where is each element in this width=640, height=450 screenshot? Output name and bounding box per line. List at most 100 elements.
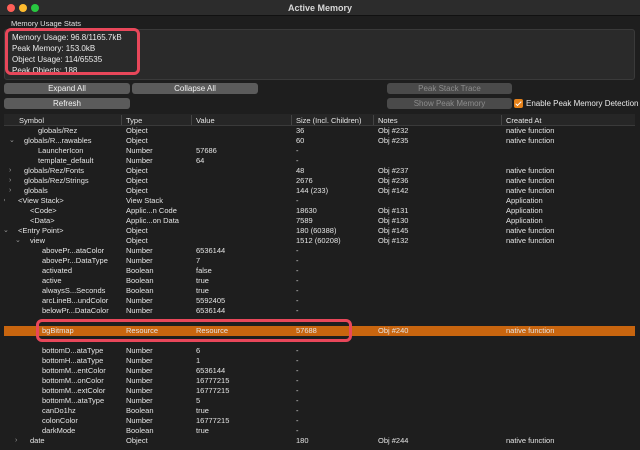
created-at-cell: native function bbox=[506, 186, 555, 195]
table-row[interactable]: active Boolean true - bbox=[4, 276, 635, 286]
table-row[interactable]: activated Boolean false - bbox=[4, 266, 635, 276]
size-cell: - bbox=[296, 246, 299, 255]
symbol-cell: date bbox=[30, 436, 45, 445]
type-cell: Number bbox=[126, 156, 153, 165]
enable-peak-memory-checkbox[interactable] bbox=[514, 99, 523, 108]
type-cell: Number bbox=[126, 386, 153, 395]
symbol-cell: globals/Rez/Strings bbox=[24, 176, 89, 185]
type-cell: Number bbox=[126, 146, 153, 155]
table-row[interactable]: › date Object 180 Obj #244 native function bbox=[4, 436, 635, 446]
memory-table[interactable]: Symbol Type Value Size (Incl. Children) … bbox=[4, 114, 635, 450]
notes-cell: Obj #145 bbox=[378, 226, 409, 235]
symbol-cell: bottomM...extColor bbox=[42, 386, 106, 395]
size-cell: - bbox=[296, 346, 299, 355]
collapse-all-button[interactable]: Collapse All bbox=[132, 83, 258, 94]
table-row[interactable]: colonColor Number 16777215 - bbox=[4, 416, 635, 426]
disclosure-collapsed-icon[interactable]: › bbox=[4, 196, 5, 206]
type-cell: Object bbox=[126, 166, 148, 175]
table-row[interactable]: bottomD...ataType Number 6 - bbox=[4, 346, 635, 356]
peak-stack-trace-button[interactable]: Peak Stack Trace bbox=[387, 83, 512, 94]
created-at-cell: native function bbox=[506, 166, 555, 175]
type-cell: Number bbox=[126, 256, 153, 265]
value-cell: 16777215 bbox=[196, 386, 230, 395]
size-cell: - bbox=[296, 286, 299, 295]
table-row[interactable]: › globals Object 144 (233) Obj #142 native fu… bbox=[4, 186, 635, 196]
table-row[interactable]: bottomM...extColor Number 16777215 - bbox=[4, 386, 635, 396]
table-row[interactable]: <Data> Applic...on Data 7589 Obj #130 Applic… bbox=[4, 216, 635, 226]
disclosure-expanded-icon[interactable]: ⌄ bbox=[4, 226, 9, 236]
table-row[interactable]: bottomM...onColor Number 16777215 - bbox=[4, 376, 635, 386]
value-cell: 57686 bbox=[196, 146, 217, 155]
column-header-type[interactable]: Type bbox=[126, 116, 142, 125]
notes-cell: Obj #244 bbox=[378, 436, 409, 445]
symbol-cell: colonColor bbox=[42, 416, 78, 425]
disclosure-collapsed-icon[interactable]: › bbox=[9, 176, 11, 186]
type-cell: Boolean bbox=[126, 406, 154, 415]
size-cell: 2676 bbox=[296, 176, 313, 185]
column-header-size[interactable]: Size (Incl. Children) bbox=[296, 116, 361, 125]
table-row[interactable]: › <View Stack> View Stack - Application bbox=[4, 196, 635, 206]
value-cell: 16777215 bbox=[196, 416, 230, 425]
expand-all-button[interactable]: Expand All bbox=[4, 83, 130, 94]
symbol-cell: <Code> bbox=[30, 206, 57, 215]
table-row[interactable]: ⌄ view Object 1512 (60208) Obj #132 native fu… bbox=[4, 236, 635, 246]
type-cell: Number bbox=[126, 396, 153, 405]
created-at-cell: Application bbox=[506, 196, 543, 205]
value-cell: true bbox=[196, 426, 209, 435]
table-row[interactable]: ⌄ <Entry Point> Object 180 (60388) Obj #145 n… bbox=[4, 226, 635, 236]
disclosure-collapsed-icon[interactable]: › bbox=[9, 166, 11, 176]
type-cell: Number bbox=[126, 376, 153, 385]
disclosure-expanded-icon[interactable]: ⌄ bbox=[15, 236, 21, 246]
created-at-cell: Application bbox=[506, 206, 543, 215]
table-row[interactable]: canDo1hz Boolean true - bbox=[4, 406, 635, 416]
table-row[interactable]: abovePr...DataType Number 7 - bbox=[4, 256, 635, 266]
type-cell: Applic...on Data bbox=[126, 216, 179, 225]
created-at-cell: native function bbox=[506, 226, 555, 235]
table-row[interactable]: template_default Number 64 - bbox=[4, 156, 635, 166]
table-row[interactable]: globals/Rez Object 36 Obj #232 native functi… bbox=[4, 126, 635, 136]
size-cell: - bbox=[296, 266, 299, 275]
symbol-cell: belowPr...DataColor bbox=[42, 306, 109, 315]
symbol-cell: <View Stack> bbox=[18, 196, 64, 205]
disclosure-expanded-icon[interactable]: ⌄ bbox=[9, 136, 15, 146]
table-row[interactable]: › globals/Rez/Fonts Object 48 Obj #237 native… bbox=[4, 166, 635, 176]
disclosure-collapsed-icon[interactable]: › bbox=[9, 186, 11, 196]
table-row[interactable]: bottomH...ataType Number 1 - bbox=[4, 356, 635, 366]
value-cell: 1 bbox=[196, 356, 201, 365]
show-peak-memory-button[interactable]: Show Peak Memory bbox=[387, 98, 512, 109]
size-cell: 60 bbox=[296, 136, 305, 145]
size-cell: - bbox=[296, 146, 299, 155]
symbol-cell: bottomM...ataType bbox=[42, 396, 105, 405]
value-cell: true bbox=[196, 406, 209, 415]
table-row[interactable]: bottomM...ataType Number 5 - bbox=[4, 396, 635, 406]
size-cell: 180 bbox=[296, 436, 309, 445]
size-cell: - bbox=[296, 296, 299, 305]
table-row[interactable]: › globals/Rez/Strings Object 2676 Obj #236 na… bbox=[4, 176, 635, 186]
table-row[interactable]: <Code> Applic...n Code 18630 Obj #131 Applic… bbox=[4, 206, 635, 216]
notes-cell: Obj #236 bbox=[378, 176, 409, 185]
symbol-cell: alwaysS...Seconds bbox=[42, 286, 106, 295]
column-header-value[interactable]: Value bbox=[196, 116, 215, 125]
refresh-button[interactable]: Refresh bbox=[4, 98, 130, 109]
symbol-cell: abovePr...ataColor bbox=[42, 246, 105, 255]
table-row[interactable]: LauncherIcon Number 57686 - bbox=[4, 146, 635, 156]
table-row[interactable]: arcLineB...undColor Number 5592405 - bbox=[4, 296, 635, 306]
table-row[interactable]: darkMode Boolean true - bbox=[4, 426, 635, 436]
type-cell: Object bbox=[126, 136, 148, 145]
symbol-cell: bottomM...onColor bbox=[42, 376, 104, 385]
table-row[interactable]: bottomM...entColor Number 6536144 - bbox=[4, 366, 635, 376]
disclosure-collapsed-icon[interactable]: › bbox=[15, 436, 17, 446]
symbol-cell: canDo1hz bbox=[42, 406, 76, 415]
table-row[interactable]: ⌄ globals/R...rawables Object 60 Obj #235 nat… bbox=[4, 136, 635, 146]
table-row[interactable]: abovePr...ataColor Number 6536144 - bbox=[4, 246, 635, 256]
table-row[interactable]: belowPr...DataColor Number 6536144 - bbox=[4, 306, 635, 316]
value-cell: false bbox=[196, 266, 212, 275]
value-cell: 6 bbox=[196, 346, 201, 355]
column-header-created-at[interactable]: Created At bbox=[506, 116, 541, 125]
table-row[interactable]: alwaysS...Seconds Boolean true - bbox=[4, 286, 635, 296]
created-at-cell: native function bbox=[506, 176, 555, 185]
column-header-symbol[interactable]: Symbol bbox=[19, 116, 44, 125]
type-cell: Object bbox=[126, 226, 148, 235]
type-cell: Number bbox=[126, 296, 153, 305]
column-header-notes[interactable]: Notes bbox=[378, 116, 398, 125]
